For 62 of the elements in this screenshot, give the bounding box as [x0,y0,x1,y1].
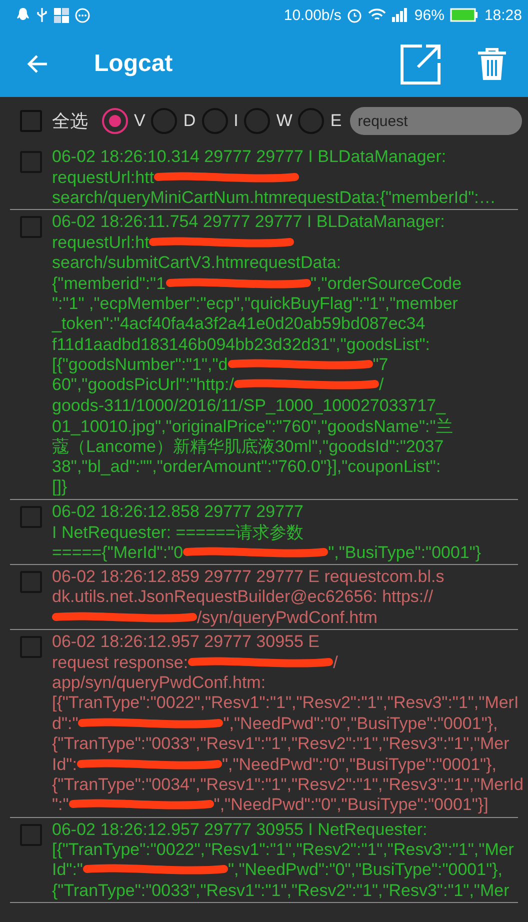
log-text: ","NeedPwd":"0","BusiType":"0001"}, [228,860,502,880]
log-text: ","NeedPwd":"0","BusiType":"0001"}, [223,714,498,734]
usb-icon [36,7,48,23]
log-text: Id":" [52,860,83,880]
log-text: [{"TranType":"0022","Resv1":"1","Resv2":"1","Resv3":"1","MerI [52,693,519,714]
log-text: ","NeedPwd":"0","BusiType":"0001"}] [214,795,488,816]
select-all-checkbox[interactable] [20,110,42,132]
screen-title: Logcat [94,50,174,78]
log-text: goods-311/1000/2016/11/SP_1000_100027033717_ [52,396,446,416]
wifi-icon [368,8,386,22]
log-text: search/submitCartV3.htmrequestData: [52,253,342,274]
battery-percent: 96% [414,6,444,24]
log-text: requestUrl:ht [52,232,150,253]
log-text: [{"TranType":"0022","Resv1":"1","Resv2":"1","Resv3":"1","Mer [52,840,514,860]
log-text: 01_10010.jpg","originalPrice":"760","goodsName":"兰 [52,416,453,438]
log-text: 06-02 18:26:12.957 29777 30955 E [52,632,320,652]
log-text: Id": [52,754,77,775]
log-text: 蔻（Lancome）新精华肌底液30ml","goodsId":"2037 [52,436,444,458]
delete-button[interactable] [478,48,506,80]
log-text: request response: [52,652,188,673]
battery-icon [450,8,478,22]
grid-icon [54,8,69,22]
network-speed: 10.00b/s [284,6,342,24]
log-text: _token":"4acf40fa4a3f2a41e0d20ab59bd087ec34 [52,314,426,334]
log-text: d":" [52,714,78,734]
log-text: {"TranType":"0034","Resv1":"1","Resv2":"1","Resv3":"1","MerId [52,774,524,795]
log-text: ","NeedPwd":"0","BusiType":"0001"}, [222,754,496,775]
penguin-icon [16,7,30,23]
log-text: "7 [372,355,388,376]
log-text: {"TranType":"0033","Resv1":"1","Resv2":"1","Resv3":"1","Mer [52,880,510,901]
chat-icon [75,8,90,22]
log-text: 06-02 18:26:12.859 29777 29777 E requestcom.bl.s [52,567,444,587]
log-text: /syn/queryPwdConf.htm [197,608,378,628]
clock: 18:28 [484,6,522,24]
log-text: requestUrl:htt [52,168,154,188]
log-text: 60","goodsPicUrl":"http:/ [52,375,234,396]
log-text: f11d1aadbd183146b094bb23d32d31","goodsList": [52,334,430,355]
log-text: [{"goodsNumber":"1","d [52,355,228,376]
log-text: ====={"MerId":"0 [52,542,184,563]
log-text: I NetRequester: ======请求参数 [52,522,304,544]
log-text: dk.utils.net.JsonRequestBuilder@ec62656: https:// [52,587,434,608]
log-text: / [333,652,338,673]
search-field[interactable]: request [350,107,522,135]
log-text: app/syn/queryPwdConf.htm: [52,672,266,693]
log-text: 06-02 18:26:12.858 29777 29777 [52,502,304,522]
log-text: 06-02 18:26:11.754 29777 29777 I BLDataManager: [52,212,445,232]
log-text: {"TranType":"0033","Resv1":"1","Resv2":"1","Resv3":"1","Mer [52,734,510,754]
log-text: search/queryMiniCartNum.htmrequestData:{"memberId":… [52,188,496,208]
log-text: ":" [52,795,69,816]
share-button[interactable] [400,42,442,84]
log-text: 06-02 18:26:12.957 29777 30955 I NetRequester: [52,820,428,840]
log-text: ","BusiType":"0001"} [328,542,482,563]
log-text: / [378,375,384,396]
log-text: 06-02 18:26:10.314 29777 29777 I BLDataManager: [52,147,446,168]
signal-icon [392,8,408,22]
select-all-label: 全选 [52,110,88,133]
log-text: ":"1" ,"ecpMember":"ecp","quickBuyFlag":"1","member [52,294,458,314]
alarm-icon [347,8,362,22]
log-text: []} [52,477,68,498]
log-text: ","orderSourceCode [310,274,462,294]
log-text: 38","bl_ad":"","orderAmount":"760.0"}],"couponList": [52,457,441,478]
log-text: {"memberid":"1 [52,274,166,294]
